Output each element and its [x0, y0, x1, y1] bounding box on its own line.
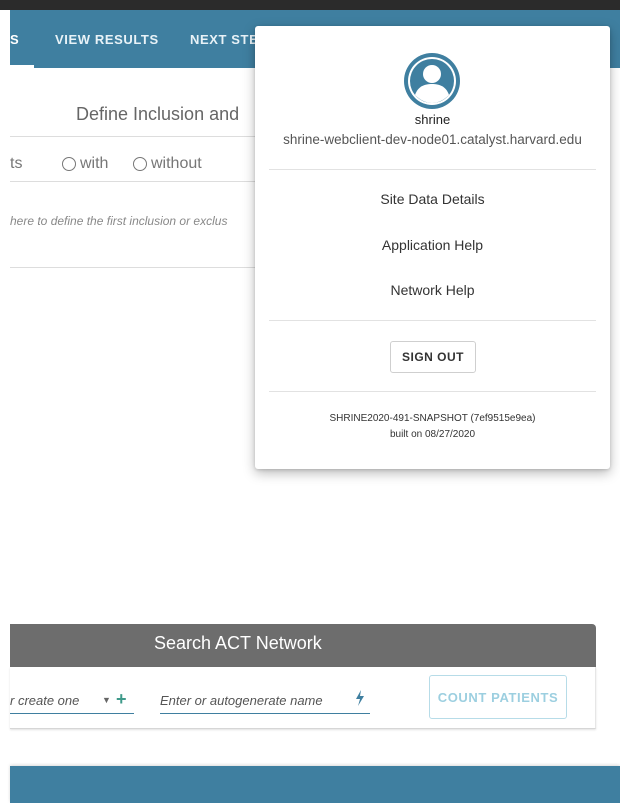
divider: [269, 391, 596, 392]
query-select[interactable]: r create one: [10, 693, 79, 708]
radio-circle-icon: [133, 157, 147, 171]
query-name-input[interactable]: Enter or autogenerate name: [160, 693, 323, 708]
count-patients-button[interactable]: COUNT PATIENTS: [429, 675, 567, 719]
divider: [10, 267, 255, 268]
username: shrine: [414, 112, 451, 127]
select-underline: [10, 713, 134, 714]
query-title: Define Inclusion and: [76, 104, 240, 124]
patients-label: ts: [10, 155, 23, 172]
build-date-text: built on 08/27/2020: [389, 429, 476, 440]
caret-down-icon[interactable]: ▼: [102, 695, 111, 705]
radio-without[interactable]: without: [133, 155, 202, 173]
tab-define-query[interactable]: S: [10, 10, 34, 68]
account-circle-icon: [403, 52, 461, 110]
hostname: shrine-webclient-dev-node01.catalyst.har…: [283, 132, 582, 147]
drop-hint[interactable]: here to define the first inclusion or ex…: [10, 214, 260, 228]
sign-out-button[interactable]: SIGN OUT: [390, 341, 476, 373]
menu-item-site-data-details[interactable]: Site Data Details: [255, 191, 610, 207]
search-panel-header: Search ACT Network: [10, 624, 596, 667]
divider: [10, 136, 255, 137]
window-top-strip: [0, 0, 620, 10]
divider: [269, 169, 596, 170]
menu-item-network-help[interactable]: Network Help: [255, 282, 610, 298]
divider: [269, 320, 596, 321]
tab-next-steps[interactable]: NEXT STE: [190, 10, 258, 68]
plus-icon[interactable]: +: [116, 689, 127, 710]
menu-item-application-help[interactable]: Application Help: [255, 237, 610, 253]
radio-with-label: with: [80, 155, 109, 172]
user-menu-popover: shrine shrine-webclient-dev-node01.catal…: [255, 26, 610, 469]
tab-view-results[interactable]: VIEW RESULTS: [55, 10, 159, 68]
active-tab-indicator: [10, 65, 34, 68]
divider: [10, 181, 255, 182]
radio-without-label: without: [151, 155, 202, 172]
version-text: SHRINE2020-491-SNAPSHOT (7ef9515e9ea): [329, 413, 536, 424]
tab-define-query-label: S: [10, 32, 20, 47]
name-underline: [160, 713, 370, 714]
radio-with[interactable]: with: [62, 155, 108, 173]
search-panel-body: r create one ▼ + Enter or autogenerate n…: [10, 667, 596, 729]
lightning-bolt-icon[interactable]: [354, 690, 366, 710]
radio-circle-icon: [62, 157, 76, 171]
left-gutter: [0, 10, 10, 803]
search-panel-title: Search ACT Network: [154, 633, 322, 653]
bottom-bar: [10, 766, 620, 803]
